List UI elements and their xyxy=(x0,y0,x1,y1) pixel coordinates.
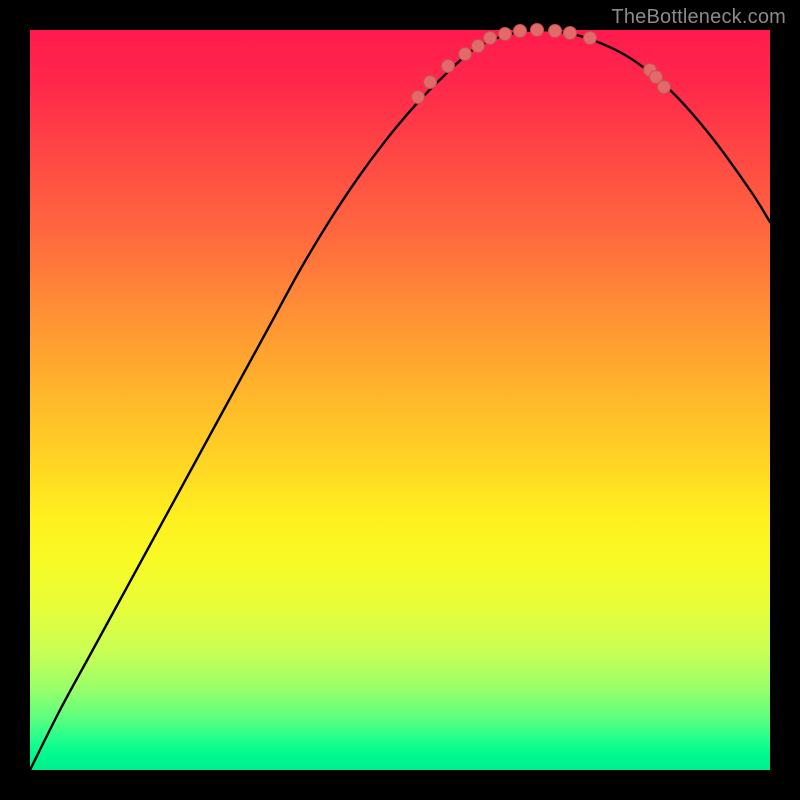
chart-stage: TheBottleneck.com xyxy=(0,0,800,800)
chart-plot-area xyxy=(30,30,770,770)
chart-svg xyxy=(30,30,770,770)
curve-marker xyxy=(514,25,527,38)
curve-marker xyxy=(499,28,512,41)
curve-marker xyxy=(472,40,485,53)
curve-path xyxy=(30,30,770,770)
curve-marker xyxy=(658,81,671,94)
curve-marker xyxy=(549,25,562,38)
curve-marker xyxy=(584,32,597,45)
watermark-text: TheBottleneck.com xyxy=(611,6,786,29)
curve-marker xyxy=(442,60,455,73)
curve-marker xyxy=(412,91,425,104)
curve-marker xyxy=(459,48,472,61)
curve-marker xyxy=(531,24,544,37)
curve-marker xyxy=(484,32,497,45)
chart-markers xyxy=(412,24,671,104)
curve-marker xyxy=(424,76,437,89)
curve-marker xyxy=(564,27,577,40)
chart-curve xyxy=(30,30,770,770)
